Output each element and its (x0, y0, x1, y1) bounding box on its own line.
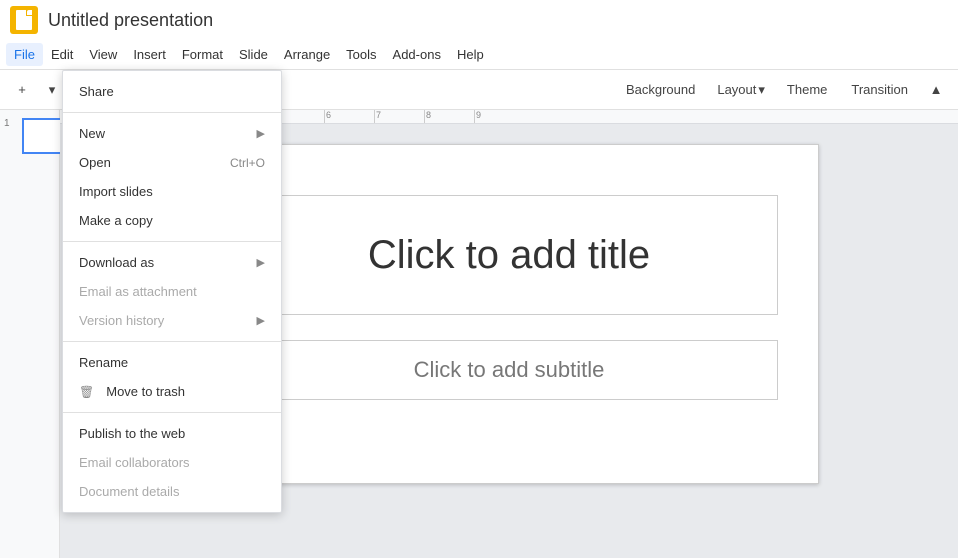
layout-dropdown-icon: ▾ (758, 82, 765, 98)
file-menu-document-details: Document details (63, 477, 281, 506)
file-menu-download-as[interactable]: Download as ▶ (63, 248, 281, 277)
menu-tools[interactable]: Tools (338, 43, 384, 66)
layout-label: Layout (717, 82, 756, 97)
menu-file[interactable]: File (6, 43, 43, 66)
file-menu-share[interactable]: Share (63, 77, 281, 106)
slide-panel: 1 (0, 110, 60, 558)
app-icon (10, 6, 38, 34)
main-area: 1 1 2 3 4 5 6 7 8 9 Click to add title (0, 110, 958, 558)
download-arrow: ▶ (257, 256, 265, 269)
slide-subtitle-text: Click to add subtitle (414, 357, 605, 383)
slide-item-1[interactable]: 1 (22, 118, 55, 154)
file-menu-email-attachment: Email as attachment (63, 277, 281, 306)
slide-number: 1 (4, 118, 10, 129)
ruler-mark-6: 6 (324, 110, 374, 124)
menu-edit[interactable]: Edit (43, 43, 81, 66)
menu-group-share: Share (63, 71, 281, 112)
slide-subtitle-area[interactable]: Click to add subtitle (240, 340, 778, 400)
ruler-mark-7: 7 (374, 110, 424, 124)
file-menu-import-slides[interactable]: Import slides (63, 177, 281, 206)
menu-addons[interactable]: Add-ons (385, 43, 449, 66)
menu-bar: File Edit View Insert Format Slide Arran… (0, 40, 958, 70)
file-dropdown-menu: Share New ▶ Open Ctrl+O Import slides Ma… (62, 70, 282, 513)
doc-title[interactable]: Untitled presentation (48, 10, 213, 31)
menu-view[interactable]: View (81, 43, 125, 66)
menu-help[interactable]: Help (449, 43, 492, 66)
new-arrow: ▶ (257, 127, 265, 140)
file-menu-publish-web[interactable]: Publish to the web (63, 419, 281, 448)
menu-insert[interactable]: Insert (125, 43, 174, 66)
file-menu-rename[interactable]: Rename (63, 348, 281, 377)
collapse-icon[interactable]: ▲ (922, 76, 950, 104)
menu-group-file-ops: New ▶ Open Ctrl+O Import slides Make a c… (63, 112, 281, 241)
file-menu-move-to-trash[interactable]: 🗑 Move to trash (63, 377, 281, 406)
version-arrow: ▶ (257, 314, 265, 327)
slide-title-area[interactable]: Click to add title (240, 195, 778, 315)
slide-canvas: Click to add title Click to add subtitle (199, 144, 819, 484)
transition-button[interactable]: Transition (841, 78, 918, 101)
trash-icon: 🗑 (79, 385, 94, 399)
slide-title-text: Click to add title (368, 233, 650, 278)
menu-group-rename: Rename 🗑 Move to trash (63, 341, 281, 412)
menu-group-download: Download as ▶ Email as attachment Versio… (63, 241, 281, 341)
menu-group-publish: Publish to the web Email collaborators D… (63, 412, 281, 512)
theme-button[interactable]: Theme (777, 78, 837, 101)
ruler-mark-9: 9 (474, 110, 524, 124)
menu-format[interactable]: Format (174, 43, 231, 66)
open-shortcut: Ctrl+O (230, 156, 265, 170)
toolbar-right: Background Layout ▾ Theme Transition ▲ (616, 76, 950, 104)
file-menu-make-copy[interactable]: Make a copy (63, 206, 281, 235)
menu-slide[interactable]: Slide (231, 43, 276, 66)
ruler-mark-8: 8 (424, 110, 474, 124)
layout-button[interactable]: Layout ▾ (709, 78, 773, 102)
file-menu-new[interactable]: New ▶ (63, 119, 281, 148)
file-menu-open[interactable]: Open Ctrl+O (63, 148, 281, 177)
background-button[interactable]: Background (616, 78, 705, 101)
menu-arrange[interactable]: Arrange (276, 43, 338, 66)
file-menu-email-collaborators: Email collaborators (63, 448, 281, 477)
add-button[interactable]: + (8, 76, 36, 104)
file-menu-version-history: Version history ▶ (63, 306, 281, 335)
title-bar: Untitled presentation (0, 0, 958, 40)
